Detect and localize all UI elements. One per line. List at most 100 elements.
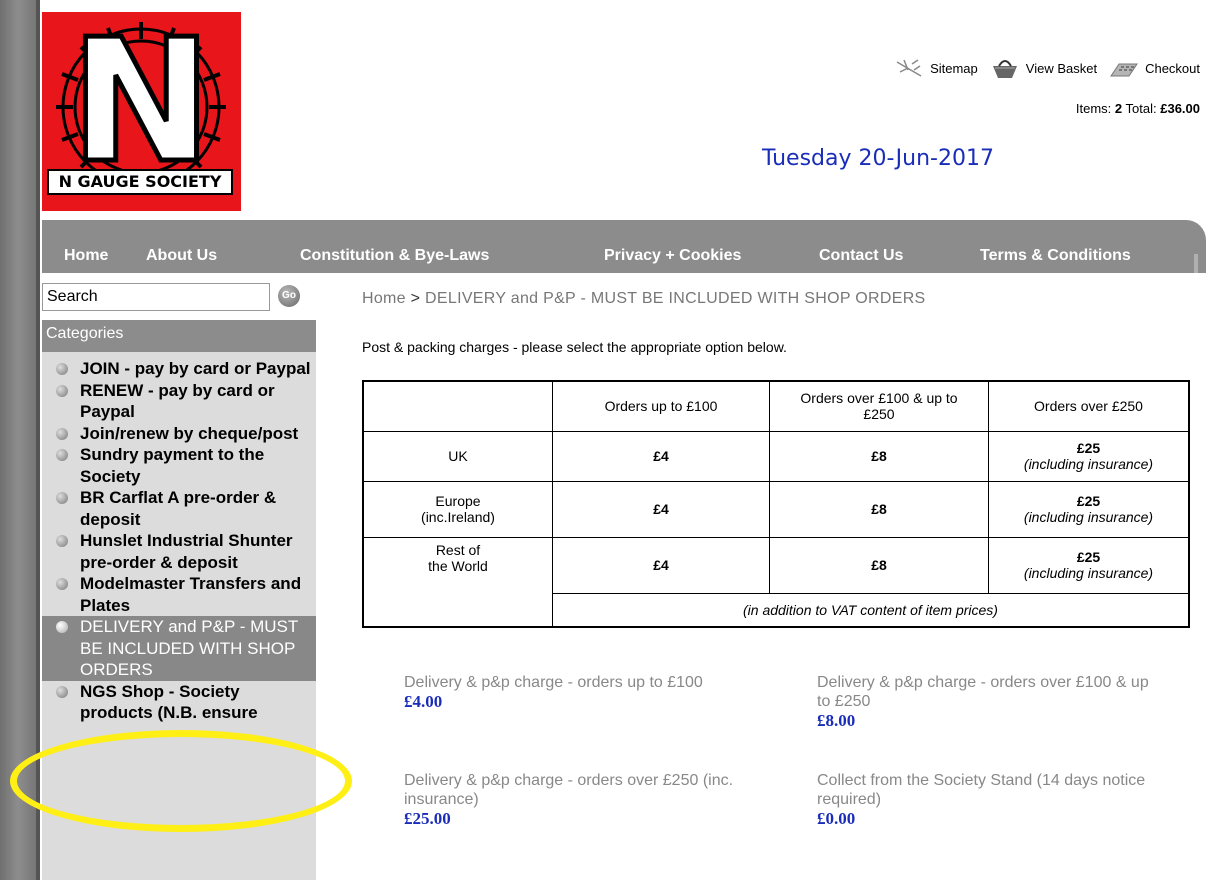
total-label: Total: — [1125, 101, 1157, 116]
search-input[interactable] — [42, 283, 270, 311]
price-value: £25 — [1076, 493, 1101, 509]
price-value: £25 — [1076, 440, 1101, 456]
table-header-row: Orders up to £100 Orders over £100 & up … — [362, 380, 1190, 432]
bullet-icon — [56, 535, 68, 547]
category-label: JOIN - pay by card or Paypal — [80, 359, 311, 378]
product-item[interactable]: Delivery & p&p charge - orders over £100… — [817, 673, 1157, 730]
total-amount: £36.00 — [1160, 101, 1200, 116]
category-renew[interactable]: RENEW - pay by card or Paypal — [42, 380, 316, 423]
checkout-link[interactable]: Checkout — [1109, 56, 1200, 80]
current-date: Tuesday 20-Jun-2017 — [762, 146, 994, 171]
product-name[interactable]: Delivery & p&p charge - orders over £100… — [817, 673, 1157, 711]
category-label: NGS Shop - Society products (N.B. ensure — [80, 681, 258, 723]
product-price: £4.00 — [404, 692, 443, 711]
left-edge-bar — [0, 0, 36, 880]
bullet-icon — [56, 449, 68, 461]
table-header: Orders up to £100 — [552, 380, 770, 432]
category-label: Modelmaster Transfers and Plates — [80, 574, 302, 615]
product-item[interactable]: Delivery & p&p charge - orders up to £10… — [404, 673, 744, 711]
breadcrumb-separator: > — [410, 290, 421, 307]
price-cell: £4 — [552, 536, 770, 594]
nav-privacy[interactable]: Privacy + Cookies — [604, 247, 741, 265]
sitemap-icon — [896, 59, 922, 77]
table-row: UK £4 £8 £25 (including insurance) — [362, 430, 1190, 482]
nav-terms[interactable]: Terms & Conditions — [980, 247, 1131, 265]
product-item[interactable]: Collect from the Society Stand (14 days … — [817, 771, 1157, 828]
product-name[interactable]: Delivery & p&p charge - orders over £250… — [404, 771, 744, 809]
bullet-icon — [56, 621, 68, 633]
view-basket-link[interactable]: View Basket — [990, 56, 1097, 80]
category-sundry-payment[interactable]: Sundry payment to the Society — [42, 444, 316, 487]
table-row: Europe (inc.Ireland) £4 £8 £25 (including… — [362, 480, 1190, 538]
checkout-label: Checkout — [1145, 60, 1200, 76]
categories-header: Categories — [42, 320, 316, 352]
nav-home[interactable]: Home — [64, 247, 108, 265]
header-links: Sitemap View Basket Checkout — [882, 56, 1200, 80]
bullet-icon — [56, 384, 68, 397]
product-name[interactable]: Collect from the Society Stand (14 days … — [817, 771, 1157, 809]
category-label: RENEW - pay by card or Paypal — [80, 380, 275, 422]
nav-divider — [1194, 254, 1198, 273]
nav-contact-us[interactable]: Contact Us — [819, 247, 903, 265]
bullet-icon — [56, 492, 68, 504]
checkout-icon — [1110, 63, 1139, 77]
product-name[interactable]: Delivery & p&p charge - orders up to £10… — [404, 673, 744, 692]
sitemap-link[interactable]: Sitemap — [894, 56, 978, 80]
nav-about-us[interactable]: About Us — [146, 247, 217, 265]
breadcrumb-current: DELIVERY and P&P - MUST BE INCLUDED WITH… — [425, 290, 926, 307]
basket-summary: Items: 2 Total: £36.00 — [1076, 101, 1200, 116]
search-box: Go — [42, 283, 300, 311]
price-cell: £25 (including insurance) — [988, 480, 1190, 538]
breadcrumb-home[interactable]: Home — [362, 290, 406, 307]
price-cell: £4 — [552, 480, 770, 538]
table-footnote: (in addition to VAT content of item pric… — [552, 592, 1190, 628]
site-logo[interactable]: N N GAUGE SOCIETY — [42, 12, 241, 211]
price-cell: £8 — [769, 480, 989, 538]
category-ngs-shop[interactable]: NGS Shop - Society products (N.B. ensure — [42, 681, 316, 724]
bullet-icon — [56, 578, 68, 590]
product-item[interactable]: Delivery & p&p charge - orders over £250… — [404, 771, 744, 828]
breadcrumb: Home > DELIVERY and P&P - MUST BE INCLUD… — [362, 290, 926, 308]
category-label: BR Carflat A pre-order & deposit — [80, 488, 277, 529]
price-value: £25 — [1076, 549, 1101, 565]
basket-icon — [992, 60, 1017, 78]
main-nav: Home About Us Constitution & Bye-Laws Pr… — [42, 220, 1206, 273]
category-join[interactable]: JOIN - pay by card or Paypal — [42, 358, 316, 380]
table-corner-cell — [362, 380, 553, 432]
postage-table: Orders up to £100 Orders over £100 & up … — [362, 380, 1190, 628]
table-header: Orders over £250 — [988, 380, 1190, 432]
bullet-icon — [56, 363, 68, 375]
category-modelmaster[interactable]: Modelmaster Transfers and Plates — [42, 573, 316, 616]
category-join-renew-post[interactable]: Join/renew by cheque/post — [42, 423, 316, 445]
price-cell: £4 — [552, 430, 770, 482]
table-header: Orders over £100 & up to £250 — [769, 380, 989, 432]
category-list: JOIN - pay by card or Paypal RENEW - pay… — [42, 352, 316, 724]
search-go-button[interactable]: Go — [278, 285, 300, 307]
region-cell: UK — [362, 430, 553, 482]
view-basket-label: View Basket — [1025, 60, 1098, 76]
price-note: (including insurance) — [1023, 509, 1154, 525]
price-cell: £8 — [769, 430, 989, 482]
category-br-carflat[interactable]: BR Carflat A pre-order & deposit — [42, 487, 316, 530]
bullet-icon — [56, 427, 68, 440]
region-cell: Europe (inc.Ireland) — [362, 480, 553, 538]
price-cell: £8 — [769, 536, 989, 594]
price-note: (including insurance) — [1023, 565, 1154, 581]
category-delivery-active[interactable]: DELIVERY and P&P - MUST BE INCLUDED WITH… — [42, 616, 316, 681]
intro-text: Post & packing charges - please select t… — [362, 339, 787, 355]
table-row: Rest of the World £4 £8 £25 (including in… — [362, 536, 1190, 628]
left-edge-strip — [36, 0, 40, 880]
category-sidebar: Categories JOIN - pay by card or Paypal … — [42, 320, 316, 880]
region-cell: Rest of the World — [362, 536, 553, 628]
product-price: £8.00 — [817, 711, 856, 730]
bullet-icon — [56, 685, 68, 698]
sitemap-label: Sitemap — [930, 60, 978, 76]
category-hunslet[interactable]: Hunslet Industrial Shunter pre-order & d… — [42, 530, 316, 573]
product-price: £0.00 — [817, 809, 856, 828]
items-label: Items: — [1075, 101, 1112, 116]
price-note: (including insurance) — [1023, 456, 1154, 472]
price-cell: £25 (including insurance) — [988, 536, 1190, 594]
items-count: 2 — [1114, 101, 1123, 116]
category-label: Hunslet Industrial Shunter pre-order & d… — [80, 531, 293, 572]
nav-constitution[interactable]: Constitution & Bye-Laws — [300, 247, 489, 265]
